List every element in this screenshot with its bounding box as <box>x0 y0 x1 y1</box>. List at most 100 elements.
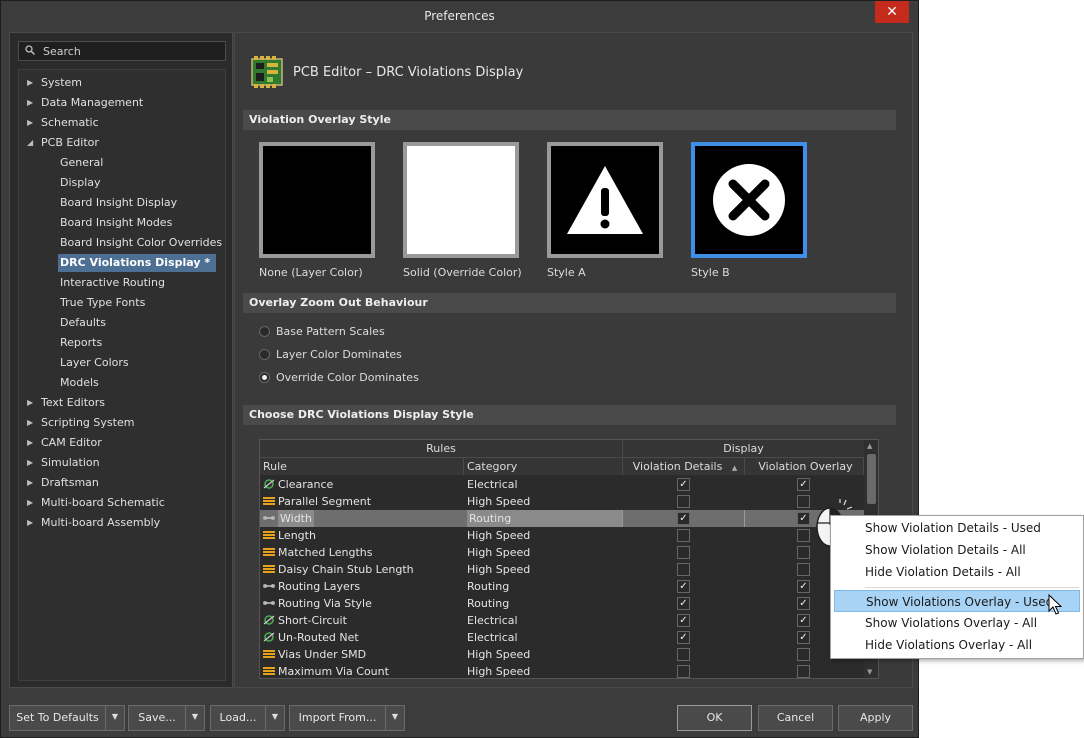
style-a-swatch[interactable] <box>547 142 663 258</box>
table-row[interactable]: Length High Speed <box>260 527 864 544</box>
collapsed-arrow-icon[interactable]: ▶ <box>27 474 35 492</box>
collapsed-arrow-icon[interactable]: ▶ <box>27 394 35 412</box>
context-menu-item[interactable]: Hide Violation Details - All <box>831 561 1083 583</box>
tree-item[interactable]: Board Insight Color Overrides <box>19 234 225 252</box>
tree-item[interactable]: Interactive Routing <box>19 274 225 292</box>
collapsed-arrow-icon[interactable]: ▶ <box>27 94 35 112</box>
set-to-defaults-button[interactable]: Set To Defaults <box>9 705 106 731</box>
set-to-defaults-dropdown[interactable]: ▼ <box>105 705 125 731</box>
context-menu-item[interactable]: Show Violations Overlay - Used <box>834 590 1080 612</box>
context-menu-item[interactable]: Show Violation Details - Used <box>831 517 1083 539</box>
tree-item[interactable]: DRC Violations Display * <box>19 254 225 272</box>
overlay-checkbox[interactable]: ✓ <box>797 597 810 610</box>
load-button[interactable]: Load... <box>210 705 266 731</box>
tree-item[interactable]: ▶ Multi-board Assembly <box>19 514 225 532</box>
details-checkbox[interactable] <box>677 648 690 661</box>
details-checkbox[interactable]: ✓ <box>677 631 690 644</box>
overlay-checkbox[interactable] <box>797 529 810 542</box>
overlay-checkbox[interactable] <box>797 563 810 576</box>
save-dropdown[interactable]: ▼ <box>185 705 205 731</box>
overlay-checkbox[interactable]: ✓ <box>797 478 810 491</box>
tree-item[interactable]: General <box>19 154 225 172</box>
context-menu-item[interactable]: Show Violations Overlay - All <box>831 612 1083 634</box>
load-dropdown[interactable]: ▼ <box>265 705 285 731</box>
tree-item[interactable]: Display <box>19 174 225 192</box>
details-checkbox[interactable]: ✓ <box>677 580 690 593</box>
details-checkbox[interactable] <box>677 529 690 542</box>
tree-item[interactable]: Reports <box>19 334 225 352</box>
import-from-dropdown[interactable]: ▼ <box>385 705 405 731</box>
tree-item[interactable]: True Type Fonts <box>19 294 225 312</box>
details-checkbox[interactable] <box>677 563 690 576</box>
tree-item[interactable]: Board Insight Display <box>19 194 225 212</box>
expanded-arrow-icon[interactable]: ◢ <box>27 134 35 152</box>
scroll-down-icon[interactable]: ▼ <box>867 668 872 676</box>
close-button[interactable]: ✕ <box>875 1 909 23</box>
tree-item[interactable]: Board Insight Modes <box>19 214 225 232</box>
column-header-overlay[interactable]: Violation Overlay <box>745 458 864 475</box>
context-menu-item[interactable]: Show Violation Details - All <box>831 539 1083 561</box>
collapsed-arrow-icon[interactable]: ▶ <box>27 414 35 432</box>
tree-item[interactable]: ▶ CAM Editor <box>19 434 225 452</box>
overlay-checkbox[interactable] <box>797 546 810 559</box>
scrollbar-thumb[interactable] <box>867 454 876 504</box>
details-checkbox[interactable]: ✓ <box>677 478 690 491</box>
tree-item[interactable]: ▶ Text Editors <box>19 394 225 412</box>
tree-item[interactable]: ▶ Simulation <box>19 454 225 472</box>
overlay-checkbox[interactable] <box>797 648 810 661</box>
column-header-rule[interactable]: Rule <box>260 458 464 475</box>
tree-item[interactable]: Layer Colors <box>19 354 225 372</box>
style-none-swatch[interactable] <box>259 142 375 258</box>
collapsed-arrow-icon[interactable]: ▶ <box>27 514 35 532</box>
tree-item[interactable]: ▶ Data Management <box>19 94 225 112</box>
overlay-checkbox[interactable]: ✓ <box>797 580 810 593</box>
table-row[interactable]: Width Routing ✓ ✓ <box>260 510 864 527</box>
table-row[interactable]: Vias Under SMD High Speed <box>260 646 864 663</box>
table-row[interactable]: Routing Layers Routing ✓ ✓ <box>260 578 864 595</box>
tree-item[interactable]: ▶ System <box>19 74 225 92</box>
details-checkbox[interactable] <box>677 495 690 508</box>
overlay-checkbox[interactable]: ✓ <box>797 614 810 627</box>
table-row[interactable]: Daisy Chain Stub Length High Speed <box>260 561 864 578</box>
tree-item[interactable]: ▶ Scripting System <box>19 414 225 432</box>
collapsed-arrow-icon[interactable]: ▶ <box>27 454 35 472</box>
import-from-button[interactable]: Import From... <box>289 705 386 731</box>
overlay-checkbox[interactable]: ✓ <box>797 631 810 644</box>
table-row[interactable]: Parallel Segment High Speed <box>260 493 864 510</box>
style-b-swatch[interactable] <box>691 142 807 258</box>
style-solid-swatch[interactable] <box>403 142 519 258</box>
radio-button[interactable] <box>259 349 270 360</box>
collapsed-arrow-icon[interactable]: ▶ <box>27 114 35 132</box>
collapsed-arrow-icon[interactable]: ▶ <box>27 74 35 92</box>
apply-button[interactable]: Apply <box>838 705 913 731</box>
table-row[interactable]: Matched Lengths High Speed <box>260 544 864 561</box>
overlay-checkbox[interactable] <box>797 495 810 508</box>
details-checkbox[interactable] <box>677 665 690 678</box>
table-row[interactable]: Un-Routed Net Electrical ✓ ✓ <box>260 629 864 646</box>
overlay-checkbox[interactable] <box>797 665 810 678</box>
search-input[interactable]: Search <box>18 41 226 61</box>
ok-button[interactable]: OK <box>677 705 752 731</box>
details-checkbox[interactable]: ✓ <box>677 614 690 627</box>
details-checkbox[interactable]: ✓ <box>677 597 690 610</box>
table-row[interactable]: Maximum Via Count High Speed <box>260 663 864 678</box>
table-row[interactable]: Routing Via Style Routing ✓ ✓ <box>260 595 864 612</box>
table-row[interactable]: Short-Circuit Electrical ✓ ✓ <box>260 612 864 629</box>
tree-item[interactable]: ▶ Multi-board Schematic <box>19 494 225 512</box>
tree-item[interactable]: ▶ Schematic <box>19 114 225 132</box>
column-header-category[interactable]: Category <box>464 458 623 475</box>
tree-item[interactable]: ▶ Draftsman <box>19 474 225 492</box>
overlay-checkbox[interactable]: ✓ <box>797 512 810 525</box>
save-button[interactable]: Save... <box>128 705 186 731</box>
table-row[interactable]: Clearance Electrical ✓ ✓ <box>260 476 864 493</box>
tree-item[interactable]: Models <box>19 374 225 392</box>
radio-button[interactable] <box>259 326 270 337</box>
column-header-details[interactable]: Violation Details ▲ <box>623 458 745 475</box>
collapsed-arrow-icon[interactable]: ▶ <box>27 494 35 512</box>
scroll-up-icon[interactable]: ▲ <box>867 442 872 450</box>
details-checkbox[interactable]: ✓ <box>677 512 690 525</box>
context-menu-item[interactable]: Hide Violations Overlay - All <box>831 634 1083 656</box>
details-checkbox[interactable] <box>677 546 690 559</box>
tree-item[interactable]: ◢ PCB Editor <box>19 134 225 152</box>
radio-button[interactable] <box>259 372 270 383</box>
